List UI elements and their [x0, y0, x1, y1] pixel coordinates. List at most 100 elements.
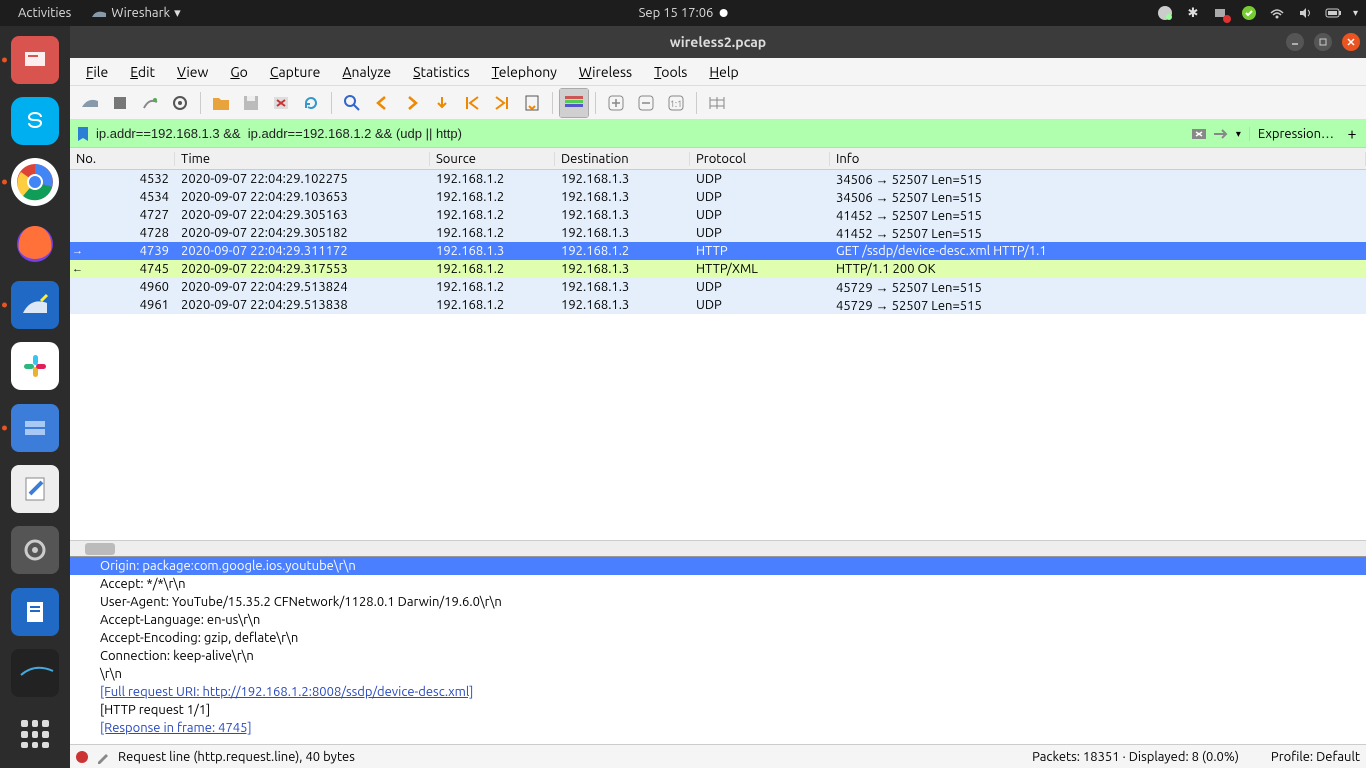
- packet-list-header[interactable]: No. Time Source Destination Protocol Inf…: [70, 148, 1366, 170]
- dock-terminal[interactable]: [8, 647, 62, 698]
- menu-capture[interactable]: Capture: [260, 61, 331, 83]
- dock-settings[interactable]: [8, 525, 62, 576]
- zoom-out-button[interactable]: [632, 89, 660, 117]
- column-info[interactable]: Info: [830, 152, 1366, 166]
- edit-icon[interactable]: [96, 750, 110, 764]
- packet-list[interactable]: 45322020-09-07 22:04:29.102275192.168.1.…: [70, 170, 1366, 540]
- menu-view[interactable]: View: [167, 61, 218, 83]
- dock-chrome[interactable]: [8, 157, 62, 208]
- app-menu[interactable]: Wireshark ▾: [81, 5, 190, 21]
- display-filter-input[interactable]: [92, 126, 1188, 141]
- go-first-button[interactable]: [458, 89, 486, 117]
- skype-tray-icon[interactable]: [1157, 5, 1173, 21]
- column-protocol[interactable]: Protocol: [690, 152, 830, 166]
- wifi-icon[interactable]: [1269, 5, 1285, 21]
- menu-analyze[interactable]: Analyze: [332, 61, 401, 83]
- menu-edit[interactable]: Edit: [120, 61, 165, 83]
- menu-go[interactable]: Go: [220, 61, 258, 83]
- column-source[interactable]: Source: [430, 152, 555, 166]
- detail-line[interactable]: [HTTP request 1/1]: [70, 701, 1366, 719]
- restart-capture-button[interactable]: [136, 89, 164, 117]
- auto-scroll-button[interactable]: [518, 89, 546, 117]
- go-forward-button[interactable]: [398, 89, 426, 117]
- statusbar-profile[interactable]: Profile: Default: [1263, 750, 1360, 764]
- activities-button[interactable]: Activities: [8, 6, 81, 20]
- colorize-group: [559, 88, 589, 118]
- detail-line[interactable]: User-Agent: YouTube/15.35.2 CFNetwork/11…: [70, 593, 1366, 611]
- filter-apply-button[interactable]: [1210, 123, 1232, 145]
- menu-tools[interactable]: Tools: [644, 61, 697, 83]
- maximize-button[interactable]: [1314, 33, 1332, 51]
- packet-row[interactable]: 47282020-09-07 22:04:29.305182192.168.1.…: [70, 224, 1366, 242]
- titlebar[interactable]: wireless2.pcap: [70, 26, 1366, 58]
- column-destination[interactable]: Destination: [555, 152, 690, 166]
- jump-to-button[interactable]: [428, 89, 456, 117]
- detail-line[interactable]: Origin: package:com.google.ios.youtube\r…: [70, 557, 1366, 575]
- expression-button[interactable]: Expression…: [1249, 127, 1342, 141]
- packet-row[interactable]: →47392020-09-07 22:04:29.311172192.168.1…: [70, 242, 1366, 260]
- filter-add-button[interactable]: +: [1342, 125, 1362, 143]
- packet-row[interactable]: 49612020-09-07 22:04:29.513838192.168.1.…: [70, 296, 1366, 314]
- menubar: FileEditViewGoCaptureAnalyzeStatisticsTe…: [70, 58, 1366, 86]
- volume-icon[interactable]: [1297, 5, 1313, 21]
- filter-dropdown-icon[interactable]: ▾: [1232, 128, 1245, 140]
- expert-info-icon[interactable]: [76, 751, 88, 763]
- open-file-button[interactable]: [207, 89, 235, 117]
- detail-line[interactable]: Accept-Language: en-us\r\n: [70, 611, 1366, 629]
- teams-tray-icon[interactable]: [1213, 5, 1229, 21]
- dock-editor[interactable]: [8, 463, 62, 514]
- menu-help[interactable]: Help: [699, 61, 748, 83]
- slack-tray-icon[interactable]: ✱: [1185, 5, 1201, 21]
- status-ok-icon[interactable]: [1241, 5, 1257, 21]
- menu-statistics[interactable]: Statistics: [403, 61, 479, 83]
- wireshark-icon: [91, 5, 107, 21]
- packet-row[interactable]: ←47452020-09-07 22:04:29.317553192.168.1…: [70, 260, 1366, 278]
- detail-line[interactable]: Accept-Encoding: gzip, deflate\r\n: [70, 629, 1366, 647]
- dock-impress[interactable]: [8, 34, 62, 85]
- menu-wireless[interactable]: Wireless: [569, 61, 642, 83]
- filter-clear-button[interactable]: [1188, 123, 1210, 145]
- reload-button[interactable]: [297, 89, 325, 117]
- minimize-button[interactable]: [1286, 33, 1304, 51]
- battery-icon[interactable]: [1325, 5, 1341, 21]
- detail-line[interactable]: [Response in frame: 4745]: [70, 719, 1366, 737]
- packet-row[interactable]: 45322020-09-07 22:04:29.102275192.168.1.…: [70, 170, 1366, 188]
- detail-line[interactable]: Connection: keep-alive\r\n: [70, 647, 1366, 665]
- packet-details-pane[interactable]: Origin: package:com.google.ios.youtube\r…: [70, 556, 1366, 744]
- dock-skype[interactable]: [8, 95, 62, 146]
- close-button[interactable]: [1342, 33, 1360, 51]
- resize-columns-button[interactable]: [703, 89, 731, 117]
- dock-wireshark[interactable]: [8, 279, 62, 330]
- dock-writer[interactable]: [8, 586, 62, 637]
- column-time[interactable]: Time: [175, 152, 430, 166]
- packet-list-scrollbar[interactable]: [70, 540, 1366, 556]
- zoom-reset-button[interactable]: 1:1: [662, 89, 690, 117]
- go-last-button[interactable]: [488, 89, 516, 117]
- packet-row[interactable]: 45342020-09-07 22:04:29.103653192.168.1.…: [70, 188, 1366, 206]
- zoom-in-button[interactable]: [602, 89, 630, 117]
- go-back-button[interactable]: [368, 89, 396, 117]
- detail-line[interactable]: \r\n: [70, 665, 1366, 683]
- dock-slack[interactable]: [8, 341, 62, 392]
- find-button[interactable]: [338, 89, 366, 117]
- capture-options-button[interactable]: [166, 89, 194, 117]
- chevron-down-icon[interactable]: ▾: [1353, 7, 1358, 19]
- clock[interactable]: Sep 15 17:06: [639, 6, 728, 20]
- packet-row[interactable]: 47272020-09-07 22:04:29.305163192.168.1.…: [70, 206, 1366, 224]
- filter-bookmark-icon[interactable]: [74, 125, 92, 143]
- close-file-button[interactable]: [267, 89, 295, 117]
- detail-line[interactable]: Accept: */*\r\n: [70, 575, 1366, 593]
- menu-telephony[interactable]: Telephony: [482, 61, 567, 83]
- packet-row[interactable]: 49602020-09-07 22:04:29.513824192.168.1.…: [70, 278, 1366, 296]
- save-file-button[interactable]: [237, 89, 265, 117]
- column-no[interactable]: No.: [70, 152, 175, 166]
- colorize-button[interactable]: [560, 89, 588, 117]
- dock-apps[interactable]: [8, 709, 62, 760]
- dock-files[interactable]: [8, 402, 62, 453]
- menu-file[interactable]: File: [76, 61, 118, 83]
- detail-line[interactable]: [Full request URI: http://192.168.1.2:80…: [70, 683, 1366, 701]
- start-capture-button[interactable]: [76, 89, 104, 117]
- dock-firefox[interactable]: [8, 218, 62, 269]
- statusbar-field-info: Request line (http.request.line), 40 byt…: [118, 750, 355, 764]
- stop-capture-button[interactable]: [106, 89, 134, 117]
